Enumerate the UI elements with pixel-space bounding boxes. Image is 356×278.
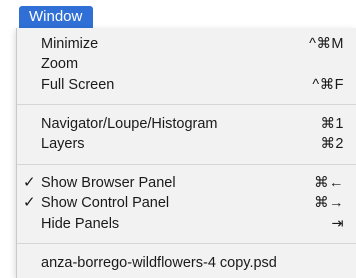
menu-item-label: Zoom (41, 56, 79, 72)
menu-item-shortcut: ⌘1 (320, 116, 344, 132)
menu-item-label: anza-borrego-wildflowers-4 copy.psd (41, 255, 277, 271)
menu-item-show-browser-panel[interactable]: ✓ Show Browser Panel ⌘← (17, 173, 356, 193)
checkmark-icon: ✓ (23, 174, 36, 191)
menu-item-label: Show Control Panel (41, 195, 170, 211)
menu-item-label: Minimize (41, 36, 99, 52)
menu-item-shortcut: ^⌘M (309, 36, 344, 52)
menu-item-minimize[interactable]: Minimize ^⌘M (17, 34, 356, 54)
menu-item-hide-panels[interactable]: Hide Panels ⇥ (17, 214, 356, 234)
menu-item-shortcut: ^⌘F (312, 77, 344, 93)
menu-item-navigator-loupe-histogram[interactable]: Navigator/Loupe/Histogram ⌘1 (17, 114, 356, 134)
menu-item-layers[interactable]: Layers ⌘2 (17, 134, 356, 154)
menu-bar: Window (0, 0, 356, 28)
menu-item-zoom[interactable]: Zoom (17, 54, 356, 74)
menu-item-shortcut: ⌘← (314, 175, 344, 191)
menu-item-label: Full Screen (41, 77, 115, 93)
menu-item-shortcut: ⇥ (331, 216, 344, 232)
menu-item-label: Layers (41, 136, 85, 152)
window-menu-title[interactable]: Window (19, 6, 94, 28)
menu-item-shortcut: ⌘2 (320, 136, 344, 152)
menu-item-label: Hide Panels (41, 216, 120, 232)
menu-item-open-document[interactable]: anza-borrego-wildflowers-4 copy.psd (17, 253, 356, 273)
menu-item-full-screen[interactable]: Full Screen ^⌘F (17, 75, 356, 95)
menu-item-show-control-panel[interactable]: ✓ Show Control Panel ⌘→ (17, 193, 356, 213)
menu-item-label: Show Browser Panel (41, 175, 176, 191)
menu-item-shortcut: ⌘→ (314, 195, 344, 211)
menu-separator (17, 243, 356, 244)
menu-separator (17, 104, 356, 105)
menu-separator (17, 164, 356, 165)
window-menu-dropdown: Minimize ^⌘M Zoom Full Screen ^⌘F Naviga… (16, 28, 356, 278)
checkmark-icon: ✓ (23, 194, 36, 211)
menu-item-label: Navigator/Loupe/Histogram (41, 116, 218, 132)
